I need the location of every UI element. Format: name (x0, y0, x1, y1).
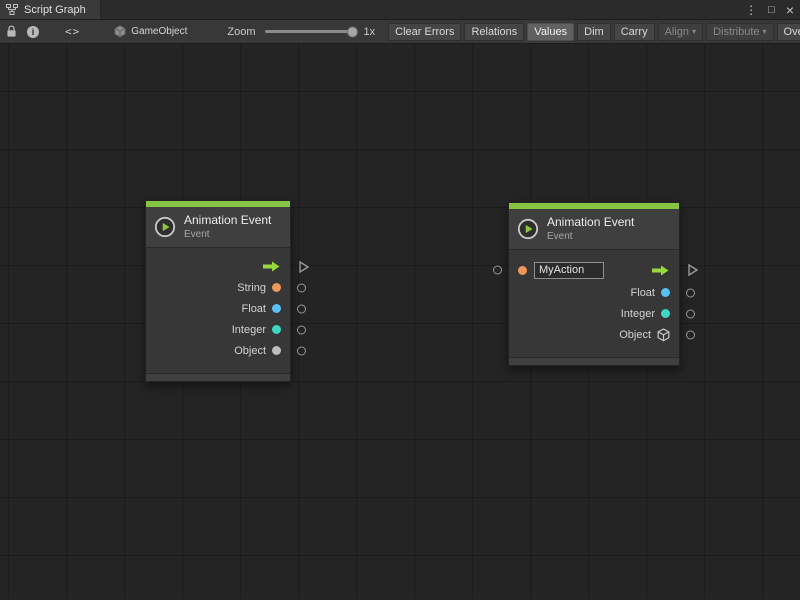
string-output-port[interactable] (297, 283, 306, 292)
event-play-icon (517, 218, 539, 240)
script-graph-icon (6, 4, 18, 15)
node-footer (509, 357, 679, 365)
integer-output-port[interactable] (686, 309, 695, 318)
port-row-integer: Integer (146, 319, 290, 340)
object-type-dot (272, 346, 281, 355)
name-input-port[interactable] (493, 266, 502, 275)
distribute-button[interactable]: Distribute ▾ (706, 23, 773, 41)
object-cube-icon (657, 328, 670, 342)
zoom-label: Zoom (227, 26, 255, 38)
node-subtitle: Event (184, 229, 271, 240)
titlebar: Script Graph ⋮ □ × (0, 0, 800, 20)
port-row-name-input (509, 258, 679, 282)
port-label: Object (234, 345, 266, 357)
carry-button[interactable]: Carry (614, 23, 655, 41)
zoom-slider-handle[interactable] (347, 26, 358, 37)
event-play-icon (154, 216, 176, 238)
integer-type-dot (272, 325, 281, 334)
port-row-string: String (146, 277, 290, 298)
node-title: Animation Event (184, 213, 271, 227)
flow-output-port[interactable] (299, 261, 309, 273)
maximize-icon[interactable]: □ (768, 5, 775, 16)
port-row-float: Float (509, 282, 679, 303)
align-button[interactable]: Align ▾ (658, 23, 703, 41)
port-row-float: Float (146, 298, 290, 319)
window-controls: ⋮ □ × (745, 0, 794, 20)
integer-output-port[interactable] (297, 325, 306, 334)
relations-button[interactable]: Relations (464, 23, 524, 41)
node-animation-event-2[interactable]: Animation Event Event (508, 202, 680, 366)
integer-type-dot (661, 309, 670, 318)
port-label: Float (242, 303, 266, 315)
node-body: String Float Integer Object (146, 248, 290, 373)
node-body: Float Integer Object (509, 250, 679, 357)
graph-canvas[interactable]: Animation Event Event String (0, 44, 800, 599)
port-label: Object (619, 329, 651, 341)
chevron-down-icon: ▾ (692, 24, 696, 40)
script-graph-window: Script Graph ⋮ □ × i <> GameObject Zoom (0, 0, 800, 600)
action-name-field[interactable] (534, 262, 604, 279)
flow-output-port[interactable] (688, 264, 698, 276)
gameobject-selector[interactable]: GameObject (114, 25, 187, 38)
tab-script-graph[interactable]: Script Graph (0, 0, 101, 19)
zoom-slider[interactable] (265, 30, 357, 33)
float-output-port[interactable] (297, 304, 306, 313)
port-row-flow (146, 256, 290, 277)
port-row-object: Object (146, 340, 290, 361)
float-type-dot (661, 288, 670, 297)
gameobject-icon (114, 25, 126, 38)
clear-errors-button[interactable]: Clear Errors (388, 23, 461, 41)
info-icon[interactable]: i (27, 26, 39, 38)
node-subtitle: Event (547, 231, 634, 242)
object-output-port[interactable] (686, 330, 695, 339)
node-header: Animation Event Event (509, 209, 679, 250)
flow-arrow-icon (263, 261, 281, 272)
flow-arrow-icon (652, 265, 670, 276)
lock-icon[interactable] (6, 25, 17, 38)
node-footer (146, 373, 290, 381)
port-label: Float (631, 287, 655, 299)
port-label: Integer (232, 324, 266, 336)
string-type-dot (518, 266, 527, 275)
port-row-integer: Integer (509, 303, 679, 324)
align-label: Align (665, 24, 689, 40)
node-animation-event-1[interactable]: Animation Event Event String (145, 200, 291, 382)
object-output-port[interactable] (297, 346, 306, 355)
node-header: Animation Event Event (146, 207, 290, 248)
zoom-value: 1x (364, 26, 376, 38)
window-menu-icon[interactable]: ⋮ (745, 4, 757, 16)
close-icon[interactable]: × (786, 3, 794, 17)
port-label: Integer (621, 308, 655, 320)
port-label: String (237, 282, 266, 294)
code-icon[interactable]: <> (65, 25, 80, 38)
overview-button[interactable]: Overview (777, 23, 800, 41)
node-title: Animation Event (547, 215, 634, 229)
float-output-port[interactable] (686, 288, 695, 297)
gameobject-label: GameObject (131, 26, 187, 37)
distribute-label: Distribute (713, 24, 759, 40)
float-type-dot (272, 304, 281, 313)
port-row-object: Object (509, 324, 679, 345)
tab-label: Script Graph (24, 4, 86, 16)
values-button[interactable]: Values (527, 23, 574, 41)
string-type-dot (272, 283, 281, 292)
chevron-down-icon: ▾ (763, 24, 767, 40)
graph-toolbar: i <> GameObject Zoom 1x Clear Errors Rel… (0, 20, 800, 44)
dim-button[interactable]: Dim (577, 23, 611, 41)
